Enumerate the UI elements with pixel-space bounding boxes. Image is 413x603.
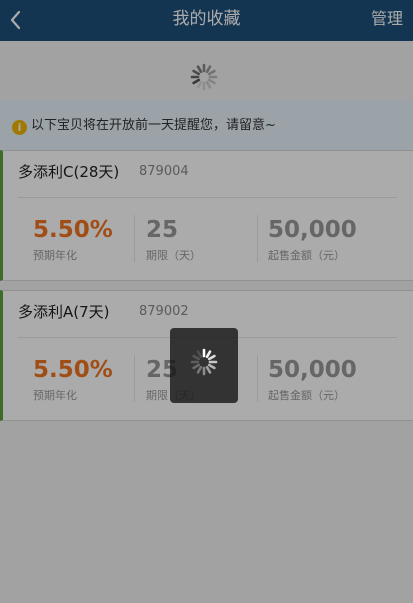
loading-indicator <box>170 328 238 403</box>
spinner-icon <box>190 348 218 376</box>
loading-overlay <box>0 0 413 603</box>
